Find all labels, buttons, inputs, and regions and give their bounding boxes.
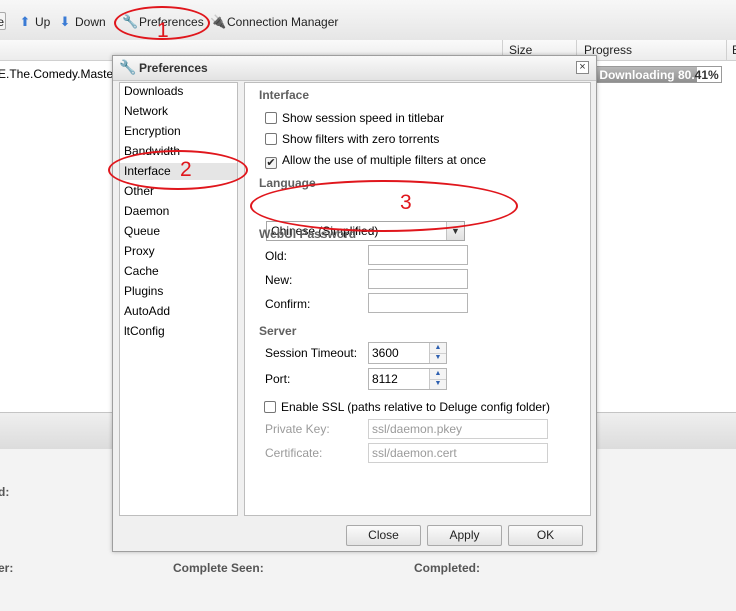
progress-percent: 41% (694, 68, 719, 82)
annotation-circle-3 (250, 180, 518, 232)
nav-item-encryption[interactable]: Encryption (124, 123, 181, 140)
confirm-password-label: Confirm: (265, 297, 311, 311)
annotation-number-2: 2 (180, 158, 192, 181)
private-key-field (368, 419, 548, 439)
nav-item-cache[interactable]: Cache (124, 263, 159, 280)
old-password-field[interactable] (368, 245, 468, 265)
stepper-buttons: ▲ ▼ (429, 343, 446, 363)
confirm-password-field[interactable] (368, 293, 468, 313)
checkbox-enable-ssl[interactable]: Enable SSL (paths relative to Deluge con… (264, 399, 550, 415)
checkbox-box[interactable] (265, 133, 277, 145)
port-label: Port: (265, 372, 291, 386)
checkbox-show-session-speed[interactable]: Show session speed in titlebar (265, 110, 444, 126)
dialog-close-button[interactable]: × (576, 61, 589, 74)
main-toolbar: e ⬆ Up ⬇ Down 🔧Preferences 🔌Connection Man… (0, 0, 736, 41)
port-value: 8112 (372, 372, 398, 386)
down-button-label: Down (75, 15, 106, 29)
details-label-complete-seen: Complete Seen: (173, 561, 264, 575)
arrow-up-icon: ⬆ (19, 14, 31, 29)
nav-item-network[interactable]: Network (124, 103, 168, 120)
arrow-down-icon: ⬇ (59, 14, 71, 29)
checkmark-icon[interactable]: ✔ (265, 157, 277, 169)
torrent-progress-bar: Downloading 80.41% (596, 66, 722, 83)
stepper-down-icon[interactable]: ▼ (430, 379, 446, 389)
new-password-field[interactable] (368, 269, 468, 289)
annotation-number-3: 3 (400, 191, 412, 214)
progress-text: Downloading 80.41% (597, 68, 721, 82)
stepper-buttons: ▲ ▼ (429, 369, 446, 389)
nav-item-plugins[interactable]: Plugins (124, 283, 163, 300)
details-label-d: d: (0, 485, 10, 499)
new-password-label: New: (265, 273, 293, 287)
down-button[interactable]: ⬇ Down (58, 13, 106, 31)
plug-icon: 🔌 (210, 14, 227, 29)
up-button-label: Up (35, 15, 51, 29)
nav-item-proxy[interactable]: Proxy (124, 243, 155, 260)
dialog-title: Preferences (139, 61, 208, 75)
wrench-icon: 🔧 (119, 59, 137, 75)
port-stepper[interactable]: 8112 ▲ ▼ (368, 368, 447, 390)
section-title-server: Server (259, 324, 297, 338)
checkbox-box[interactable] (264, 401, 276, 413)
connection-manager-label: Connection Manager (227, 15, 339, 29)
section-title-interface: Interface (259, 88, 310, 102)
annotation-number-1: 1 (157, 19, 169, 42)
torrent-name: E.The.Comedy.Maste (0, 67, 114, 81)
checkbox-multiple-filters[interactable]: ✔ Allow the use of multiple filters at on… (265, 152, 487, 169)
details-label-completed: Completed: (414, 561, 480, 575)
nav-item-queue[interactable]: Queue (124, 223, 160, 240)
close-button[interactable]: Close (346, 525, 421, 546)
column-header-next[interactable]: E (732, 43, 736, 57)
interface-settings-pane: Interface Show session speed in titlebar… (244, 82, 591, 516)
checkbox-label: Enable SSL (paths relative to Deluge con… (281, 400, 551, 414)
connection-manager-button[interactable]: 🔌Connection Manager (210, 13, 338, 31)
annotation-circle-2 (108, 150, 248, 190)
old-password-label: Old: (265, 249, 288, 263)
certificate-field (368, 443, 548, 463)
checkbox-label: Show session speed in titlebar (282, 111, 445, 125)
session-timeout-label: Session Timeout: (265, 346, 358, 360)
column-separator[interactable] (726, 40, 727, 60)
checkbox-label: Allow the use of multiple filters at onc… (282, 153, 487, 167)
nav-item-downloads[interactable]: Downloads (124, 83, 183, 100)
nav-item-daemon[interactable]: Daemon (124, 203, 169, 220)
checkbox-show-zero-filters[interactable]: Show filters with zero torrents (265, 131, 439, 147)
preferences-nav-list: Downloads Network Encryption Bandwidth I… (119, 82, 238, 516)
checkbox-box[interactable] (265, 112, 277, 124)
apply-button[interactable]: Apply (427, 525, 502, 546)
session-timeout-stepper[interactable]: 3600 ▲ ▼ (368, 342, 447, 364)
checkbox-label: Show filters with zero torrents (282, 132, 440, 146)
private-key-label: Private Key: (265, 422, 330, 436)
certificate-label: Certificate: (265, 446, 323, 460)
session-timeout-value: 3600 (372, 346, 399, 360)
progress-status: Downloading 80. (599, 68, 695, 82)
stepper-down-icon[interactable]: ▼ (430, 353, 446, 363)
up-button[interactable]: ⬆ Up (18, 13, 51, 31)
preferences-dialog: 🔧 Preferences × Downloads Network Encryp… (112, 55, 597, 552)
dialog-titlebar[interactable]: 🔧 Preferences × (113, 56, 596, 81)
details-label-er: er: (0, 561, 14, 575)
nav-item-autoadd[interactable]: AutoAdd (124, 303, 170, 320)
nav-item-ltconfig[interactable]: ltConfig (124, 323, 165, 340)
toolbar-edge-button[interactable]: e (0, 12, 6, 30)
ok-button[interactable]: OK (508, 525, 583, 546)
